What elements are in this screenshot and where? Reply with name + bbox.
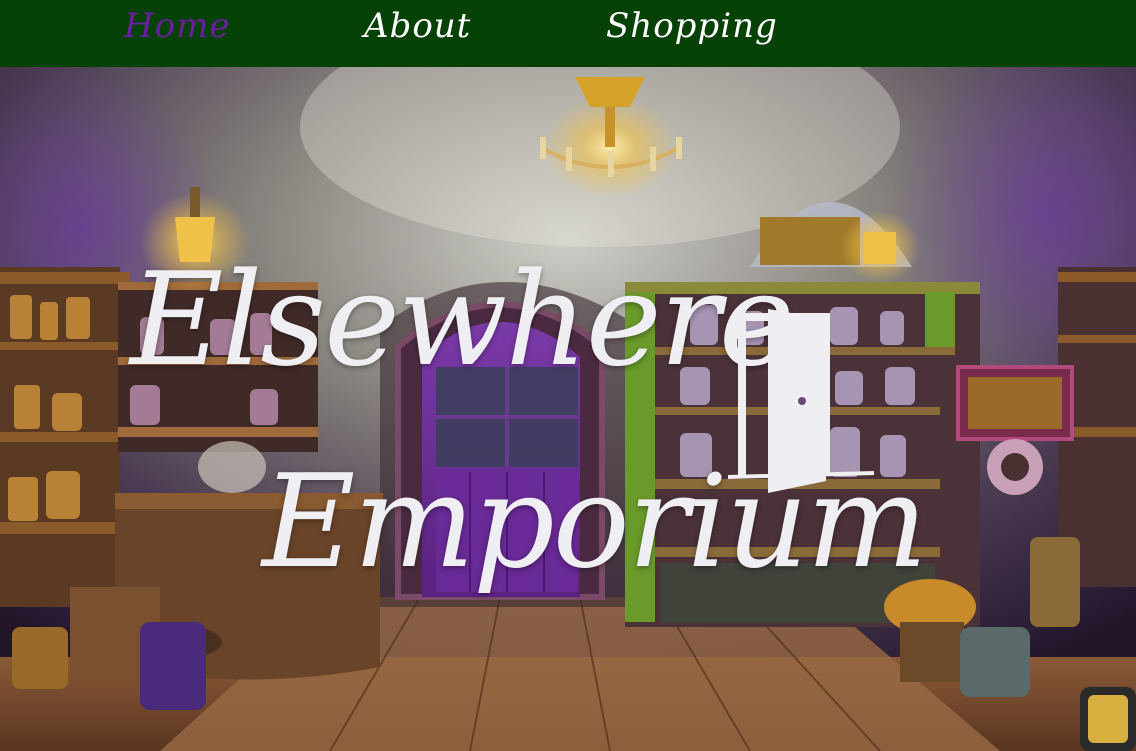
- nav-home-link[interactable]: Home: [124, 6, 230, 46]
- magic-shop-background-image: [0, 67, 1136, 751]
- nav-about-link[interactable]: About: [364, 6, 471, 46]
- top-navigation: Home About Shopping: [0, 0, 1136, 67]
- page: Home About Shopping Elsewhere Emporium: [0, 0, 1136, 751]
- hero-banner: Elsewhere Emporium: [0, 67, 1136, 751]
- nav-shopping-link[interactable]: Shopping: [606, 6, 778, 46]
